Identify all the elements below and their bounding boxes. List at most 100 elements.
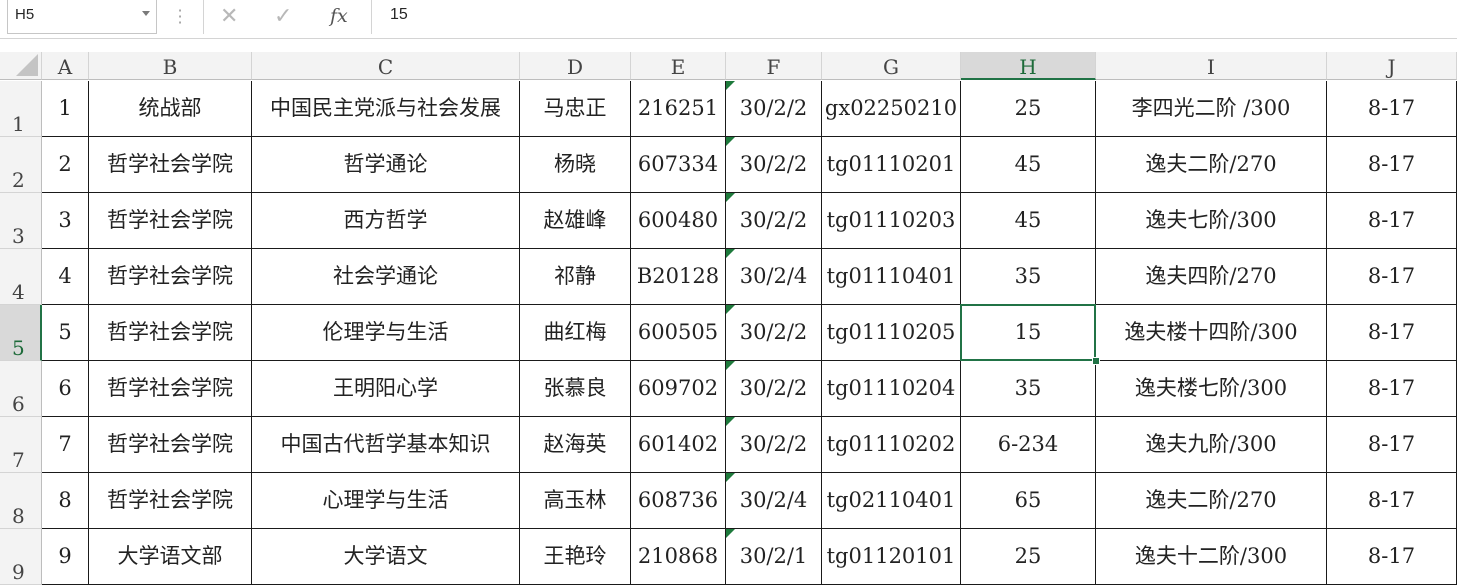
cell-e2[interactable]: 607334: [631, 137, 726, 193]
cell-a4[interactable]: 4: [42, 249, 89, 305]
column-header-i[interactable]: I: [1096, 52, 1327, 80]
cell-c7[interactable]: 中国古代哲学基本知识: [252, 417, 520, 473]
cell-b8[interactable]: 哲学社会学院: [89, 473, 252, 529]
cell-b2[interactable]: 哲学社会学院: [89, 137, 252, 193]
cell-g7[interactable]: tg01110202: [822, 417, 961, 473]
cell-g3[interactable]: tg01110203: [822, 193, 961, 249]
cell-h8[interactable]: 65: [961, 473, 1096, 529]
cell-a8[interactable]: 8: [42, 473, 89, 529]
cell-d1[interactable]: 马忠正: [520, 81, 631, 137]
cell-j8[interactable]: 8-17: [1327, 473, 1457, 529]
cell-h2[interactable]: 45: [961, 137, 1096, 193]
cell-d5[interactable]: 曲红梅: [520, 305, 631, 361]
cell-j7[interactable]: 8-17: [1327, 417, 1457, 473]
row-header-4[interactable]: 4: [0, 249, 42, 305]
cell-j5[interactable]: 8-17: [1327, 305, 1457, 361]
cell-g9[interactable]: tg01120101: [822, 529, 961, 585]
cell-i9[interactable]: 逸夫十二阶/300: [1096, 529, 1327, 585]
cell-f8[interactable]: 30/2/4: [726, 473, 822, 529]
cell-i5[interactable]: 逸夫楼十四阶/300: [1096, 305, 1327, 361]
cell-g5[interactable]: tg01110205: [822, 305, 961, 361]
column-header-e[interactable]: E: [631, 52, 726, 80]
column-header-j[interactable]: J: [1327, 52, 1457, 80]
cell-e1[interactable]: 216251: [631, 81, 726, 137]
cell-b9[interactable]: 大学语文部: [89, 529, 252, 585]
cancel-icon[interactable]: ✕: [220, 4, 238, 29]
cell-d4[interactable]: 祁静: [520, 249, 631, 305]
cell-e9[interactable]: 210868: [631, 529, 726, 585]
cell-e4[interactable]: B20128: [631, 249, 726, 305]
cell-c2[interactable]: 哲学通论: [252, 137, 520, 193]
cell-g8[interactable]: tg02110401: [822, 473, 961, 529]
cell-d2[interactable]: 杨晓: [520, 137, 631, 193]
enter-check-icon[interactable]: ✓: [274, 4, 292, 29]
cell-f3[interactable]: 30/2/2: [726, 193, 822, 249]
cell-d3[interactable]: 赵雄峰: [520, 193, 631, 249]
cell-h7[interactable]: 6-234: [961, 417, 1096, 473]
cell-b6[interactable]: 哲学社会学院: [89, 361, 252, 417]
cell-i8[interactable]: 逸夫二阶/270: [1096, 473, 1327, 529]
cell-c9[interactable]: 大学语文: [252, 529, 520, 585]
cell-a3[interactable]: 3: [42, 193, 89, 249]
cell-d8[interactable]: 高玉林: [520, 473, 631, 529]
cell-j9[interactable]: 8-17: [1327, 529, 1457, 585]
cell-f5[interactable]: 30/2/2: [726, 305, 822, 361]
cell-f7[interactable]: 30/2/2: [726, 417, 822, 473]
cell-h5[interactable]: 15: [961, 305, 1096, 361]
cell-g4[interactable]: tg01110401: [822, 249, 961, 305]
formula-input[interactable]: 15: [390, 6, 408, 24]
insert-function-icon[interactable]: fx: [330, 5, 348, 27]
column-header-d[interactable]: D: [520, 52, 631, 80]
cell-g1[interactable]: gx02250210: [822, 81, 961, 137]
cell-i6[interactable]: 逸夫楼七阶/300: [1096, 361, 1327, 417]
column-header-f[interactable]: F: [726, 52, 822, 80]
row-header-1[interactable]: 1: [0, 81, 42, 137]
cell-j2[interactable]: 8-17: [1327, 137, 1457, 193]
cell-c5[interactable]: 伦理学与生活: [252, 305, 520, 361]
cell-i2[interactable]: 逸夫二阶/270: [1096, 137, 1327, 193]
cell-e3[interactable]: 600480: [631, 193, 726, 249]
cell-b4[interactable]: 哲学社会学院: [89, 249, 252, 305]
cell-c4[interactable]: 社会学通论: [252, 249, 520, 305]
cell-d6[interactable]: 张慕良: [520, 361, 631, 417]
column-header-a[interactable]: A: [42, 52, 89, 80]
column-header-g[interactable]: G: [822, 52, 961, 80]
row-header-5[interactable]: 5: [0, 305, 42, 361]
cell-f1[interactable]: 30/2/2: [726, 81, 822, 137]
cell-h6[interactable]: 35: [961, 361, 1096, 417]
cell-h9[interactable]: 25: [961, 529, 1096, 585]
cell-b5[interactable]: 哲学社会学院: [89, 305, 252, 361]
cell-h3[interactable]: 45: [961, 193, 1096, 249]
cell-j1[interactable]: 8-17: [1327, 81, 1457, 137]
cell-h4[interactable]: 35: [961, 249, 1096, 305]
cell-a9[interactable]: 9: [42, 529, 89, 585]
cell-j4[interactable]: 8-17: [1327, 249, 1457, 305]
row-header-2[interactable]: 2: [0, 137, 42, 193]
cell-e6[interactable]: 609702: [631, 361, 726, 417]
fill-handle[interactable]: [1092, 357, 1100, 365]
cell-e8[interactable]: 608736: [631, 473, 726, 529]
cell-j3[interactable]: 8-17: [1327, 193, 1457, 249]
cell-i4[interactable]: 逸夫四阶/270: [1096, 249, 1327, 305]
cell-c3[interactable]: 西方哲学: [252, 193, 520, 249]
chevron-down-icon[interactable]: [142, 11, 150, 16]
row-header-8[interactable]: 8: [0, 473, 42, 529]
column-header-h[interactable]: H: [961, 52, 1096, 80]
cell-a7[interactable]: 7: [42, 417, 89, 473]
cell-j6[interactable]: 8-17: [1327, 361, 1457, 417]
cell-b7[interactable]: 哲学社会学院: [89, 417, 252, 473]
cell-b1[interactable]: 统战部: [89, 81, 252, 137]
cell-e7[interactable]: 601402: [631, 417, 726, 473]
column-header-c[interactable]: C: [252, 52, 520, 80]
cell-i1[interactable]: 李四光二阶 /300: [1096, 81, 1327, 137]
cell-f4[interactable]: 30/2/4: [726, 249, 822, 305]
cell-a6[interactable]: 6: [42, 361, 89, 417]
column-header-b[interactable]: B: [89, 52, 252, 80]
cell-h1[interactable]: 25: [961, 81, 1096, 137]
row-header-6[interactable]: 6: [0, 361, 42, 417]
row-header-3[interactable]: 3: [0, 193, 42, 249]
cell-a1[interactable]: 1: [42, 81, 89, 137]
cell-d7[interactable]: 赵海英: [520, 417, 631, 473]
cell-f9[interactable]: 30/2/1: [726, 529, 822, 585]
row-header-9[interactable]: 9: [0, 529, 42, 585]
